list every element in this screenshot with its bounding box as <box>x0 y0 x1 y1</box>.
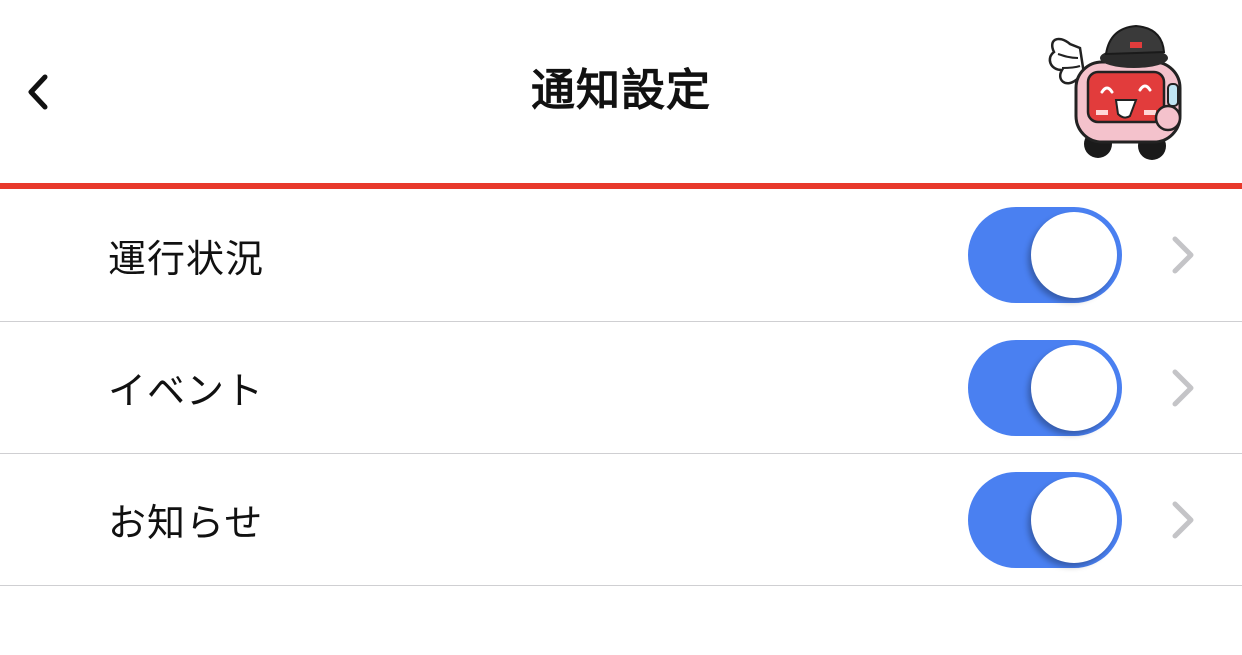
chevron-right-icon[interactable] <box>1166 366 1200 410</box>
toggle-knob <box>1031 476 1117 563</box>
chevron-right-icon[interactable] <box>1166 498 1200 542</box>
toggle-knob <box>1031 344 1117 431</box>
row-label: イベント <box>108 369 265 413</box>
operation-status-toggle[interactable] <box>968 207 1122 303</box>
notification-settings-list: 運行状況 イベント お知らせ <box>0 189 1242 586</box>
row-label: 運行状況 <box>108 236 265 281</box>
chevron-right-icon[interactable] <box>1166 233 1200 277</box>
mascot-image <box>1048 24 1182 160</box>
event-toggle[interactable] <box>968 339 1122 436</box>
navigation-header: 通知設定 <box>0 0 1242 183</box>
settings-row-notice[interactable]: お知らせ <box>0 454 1242 586</box>
row-label: お知らせ <box>108 501 264 545</box>
notice-toggle[interactable] <box>968 471 1122 568</box>
settings-row-operation-status[interactable]: 運行状況 <box>0 189 1242 322</box>
toggle-knob <box>1031 212 1117 298</box>
settings-row-event[interactable]: イベント <box>0 322 1242 454</box>
